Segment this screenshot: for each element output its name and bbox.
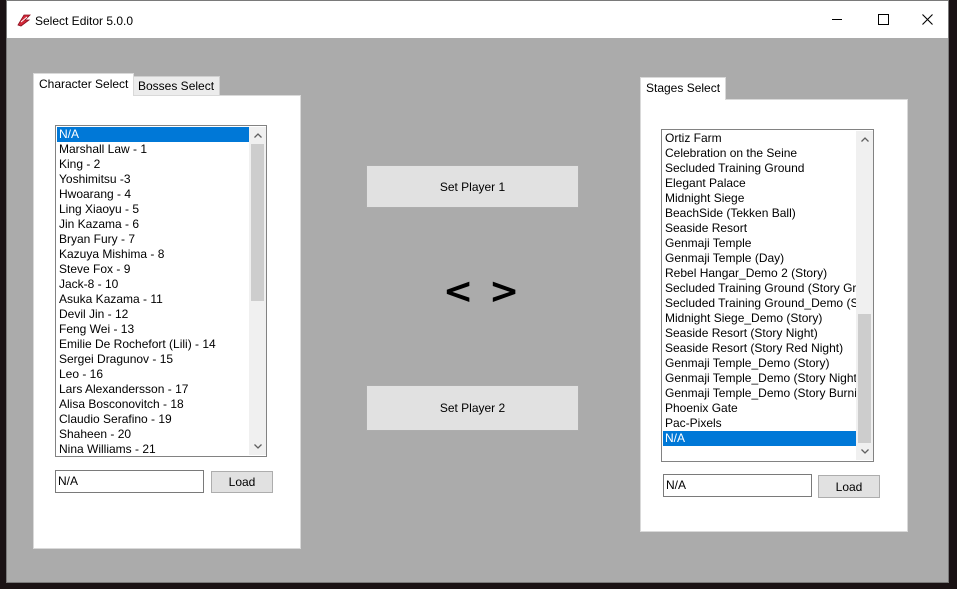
list-item[interactable]: Alisa Bosconovitch - 18 (57, 397, 249, 412)
character-load-button[interactable]: Load (211, 471, 273, 493)
list-item[interactable]: Genmaji Temple_Demo (Story Burni (663, 386, 856, 401)
list-item[interactable]: Secluded Training Ground_Demo (St (663, 296, 856, 311)
minimize-button[interactable] (814, 1, 860, 38)
list-item[interactable]: Celebration on the Seine (663, 146, 856, 161)
list-item[interactable]: Seaside Resort (Story Night) (663, 326, 856, 341)
list-item[interactable]: Steve Fox - 9 (57, 262, 249, 277)
list-item[interactable]: Seaside Resort (Story Red Night) (663, 341, 856, 356)
character-listbox[interactable]: N/A Marshall Law - 1 King - 2 Yoshimitsu -3… (55, 125, 267, 457)
list-item[interactable]: Jack-8 - 10 (57, 277, 249, 292)
character-panel: N/A Marshall Law - 1 King - 2 Yoshimitsu -3… (33, 95, 301, 549)
list-item[interactable]: Feng Wei - 13 (57, 322, 249, 337)
minimize-icon (832, 19, 842, 20)
character-field[interactable]: N/A (55, 470, 204, 493)
scroll-thumb[interactable] (251, 144, 264, 301)
set-player1-button[interactable]: Set Player 1 (366, 165, 579, 208)
list-item[interactable]: Secluded Training Ground (663, 161, 856, 176)
tab-bosses-select[interactable]: Bosses Select (132, 76, 221, 96)
list-item[interactable]: Elegant Palace (663, 176, 856, 191)
list-item[interactable]: Sergei Dragunov - 15 (57, 352, 249, 367)
scroll-thumb[interactable] (858, 314, 871, 443)
list-item[interactable]: N/A (663, 431, 856, 446)
stage-load-button[interactable]: Load (818, 475, 880, 498)
stages-list-scrollbar[interactable] (856, 131, 873, 460)
stages-panel: Ortiz Farm Celebration on the Seine Seclud… (640, 99, 908, 532)
list-item[interactable]: Devil Jin - 12 (57, 307, 249, 322)
list-item[interactable]: Rebel Hangar_Demo 2 (Story) (663, 266, 856, 281)
stage-field[interactable]: N/A (663, 474, 812, 497)
app-logo-icon (17, 14, 31, 27)
list-item[interactable]: Yoshimitsu -3 (57, 172, 249, 187)
list-item[interactable]: Genmaji Temple_Demo (Story) (663, 356, 856, 371)
tab-stages-select[interactable]: Stages Select (640, 77, 727, 100)
list-item[interactable]: Phoenix Gate (663, 401, 856, 416)
scroll-up-icon[interactable] (856, 131, 873, 148)
character-list-scrollbar[interactable] (249, 127, 266, 455)
list-item[interactable]: Midnight Siege (663, 191, 856, 206)
list-item[interactable]: Hwoarang - 4 (57, 187, 249, 202)
list-item[interactable]: Genmaji Temple (Day) (663, 251, 856, 266)
list-item[interactable]: Jin Kazama - 6 (57, 217, 249, 232)
main-window: Select Editor 5.0.0 Character Select Bos… (6, 0, 949, 583)
list-item[interactable]: King - 2 (57, 157, 249, 172)
next-button[interactable]: > (489, 274, 519, 310)
close-button[interactable] (904, 1, 950, 38)
list-item[interactable]: Lars Alexandersson - 17 (57, 382, 249, 397)
list-item[interactable]: Bryan Fury - 7 (57, 232, 249, 247)
set-player2-button[interactable]: Set Player 2 (366, 385, 579, 431)
list-item[interactable]: Genmaji Temple_Demo (Story Night (663, 371, 856, 386)
prev-button[interactable]: < (443, 274, 473, 310)
list-item[interactable]: Nina Williams - 21 (57, 442, 249, 456)
list-item[interactable]: Kazuya Mishima - 8 (57, 247, 249, 262)
list-item[interactable]: Emilie De Rochefort (Lili) - 14 (57, 337, 249, 352)
list-item[interactable]: Asuka Kazama - 11 (57, 292, 249, 307)
list-item[interactable]: Ling Xiaoyu - 5 (57, 202, 249, 217)
list-item[interactable]: Midnight Siege_Demo (Story) (663, 311, 856, 326)
list-item[interactable]: Genmaji Temple (663, 236, 856, 251)
list-item[interactable]: Seaside Resort (663, 221, 856, 236)
list-item[interactable]: N/A (57, 127, 249, 142)
window-title: Select Editor 5.0.0 (35, 14, 134, 28)
tab-character-select[interactable]: Character Select (33, 73, 135, 96)
stages-listbox[interactable]: Ortiz Farm Celebration on the Seine Seclud… (661, 129, 874, 462)
list-item[interactable]: Shaheen - 20 (57, 427, 249, 442)
list-item[interactable]: Claudio Serafino - 19 (57, 412, 249, 427)
maximize-button[interactable] (860, 1, 906, 38)
scroll-up-icon[interactable] (249, 127, 266, 144)
close-icon (921, 14, 933, 25)
scroll-down-icon[interactable] (249, 438, 266, 455)
list-item[interactable]: Marshall Law - 1 (57, 142, 249, 157)
list-item[interactable]: Leo - 16 (57, 367, 249, 382)
scroll-down-icon[interactable] (856, 443, 873, 460)
list-item[interactable]: Pac-Pixels (663, 416, 856, 431)
list-item[interactable]: Secluded Training Ground (Story Gre (663, 281, 856, 296)
list-item[interactable]: Ortiz Farm (663, 131, 856, 146)
maximize-icon (877, 14, 889, 25)
list-item[interactable]: BeachSide (Tekken Ball) (663, 206, 856, 221)
title-bar: Select Editor 5.0.0 (7, 1, 948, 38)
